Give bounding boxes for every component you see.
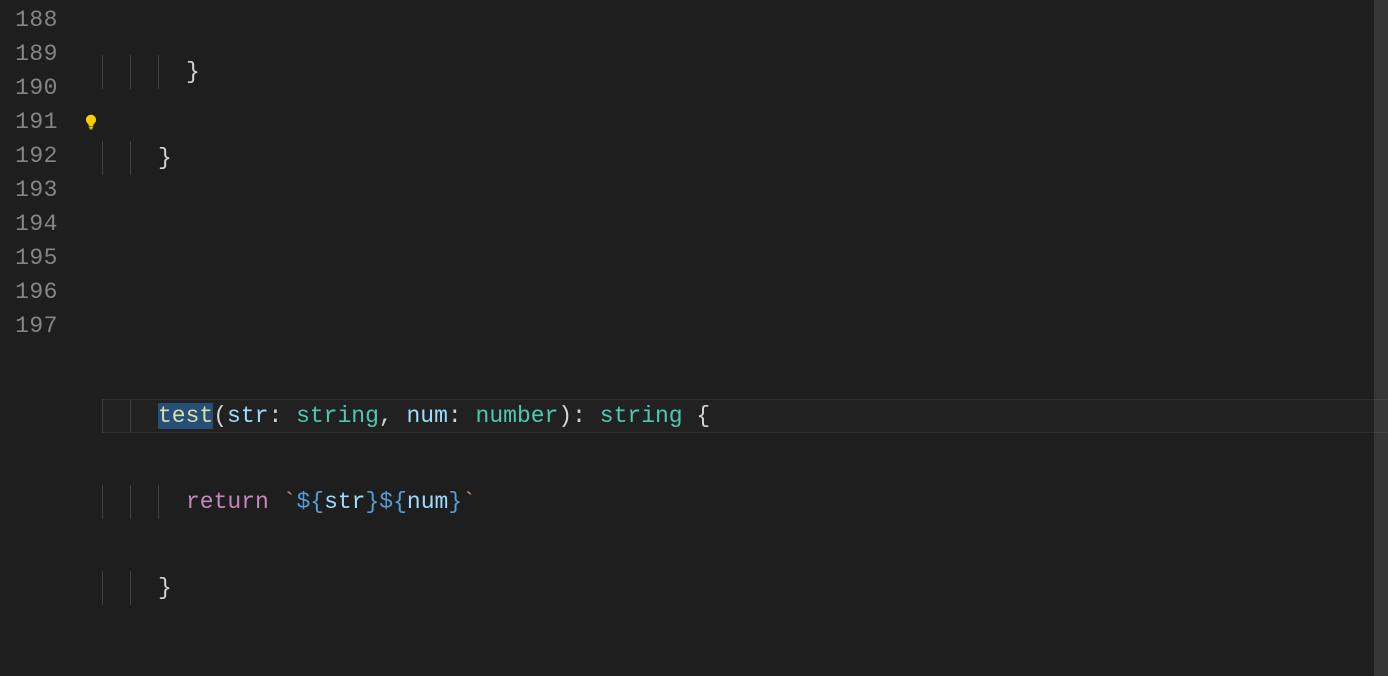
code-token (269, 489, 283, 515)
code-token: } (448, 489, 462, 515)
code-token: num (407, 489, 448, 515)
line-number: 192 (0, 139, 78, 173)
code-line-content: } (102, 59, 200, 85)
code-token: str (324, 489, 365, 515)
code-token: } (186, 59, 200, 85)
code-token: test (158, 403, 213, 429)
glyph-margin (78, 0, 102, 676)
code-editor[interactable]: 188 189 190 191 192 193 194 195 196 197 (0, 0, 1388, 676)
code-token: str (227, 403, 268, 429)
line-number: 193 (0, 173, 78, 207)
code-token: string (600, 403, 683, 429)
code-line[interactable]: } (102, 571, 1388, 605)
line-number: 190 (0, 71, 78, 105)
code-token: : (448, 403, 476, 429)
line-number: 191 (0, 105, 78, 139)
code-token: } (158, 575, 172, 601)
code-line-content: return `${str}${num}` (102, 489, 476, 515)
code-area[interactable]: } } test(str: string, num: number): stri… (102, 0, 1388, 676)
code-line-content: } (102, 145, 172, 171)
line-number: 195 (0, 241, 78, 275)
line-number: 189 (0, 37, 78, 71)
code-token: num (407, 403, 448, 429)
code-line[interactable] (102, 227, 1388, 261)
code-token: } (158, 145, 172, 171)
vertical-scrollbar[interactable] (1374, 0, 1388, 676)
scrollbar-thumb[interactable] (1374, 0, 1388, 676)
code-line[interactable]: } (102, 141, 1388, 175)
code-line[interactable]: test(str: string, num: number): string { (102, 399, 1388, 433)
code-token: return (186, 489, 269, 515)
code-token: ` (283, 489, 297, 515)
code-line[interactable] (102, 657, 1388, 676)
code-token: string (296, 403, 379, 429)
code-token: } (365, 489, 379, 515)
code-token: ${ (379, 489, 407, 515)
code-token: { (683, 403, 711, 429)
code-line-content: test(str: string, num: number): string { (102, 403, 710, 429)
code-line[interactable]: return `${str}${num}` (102, 485, 1388, 519)
code-token: : (268, 403, 296, 429)
code-token: number (476, 403, 559, 429)
line-number: 194 (0, 207, 78, 241)
code-line[interactable] (102, 313, 1388, 347)
code-token: ): (558, 403, 599, 429)
code-token: , (379, 403, 407, 429)
code-line[interactable]: } (102, 55, 1388, 89)
line-number: 188 (0, 3, 78, 37)
line-number: 196 (0, 275, 78, 309)
line-number-gutter: 188 189 190 191 192 193 194 195 196 197 (0, 0, 78, 676)
lightbulb-icon[interactable] (82, 113, 100, 131)
line-number: 197 (0, 309, 78, 343)
code-line-content: } (102, 575, 172, 601)
code-token: ${ (296, 489, 324, 515)
code-token: ` (462, 489, 476, 515)
code-token: ( (213, 403, 227, 429)
